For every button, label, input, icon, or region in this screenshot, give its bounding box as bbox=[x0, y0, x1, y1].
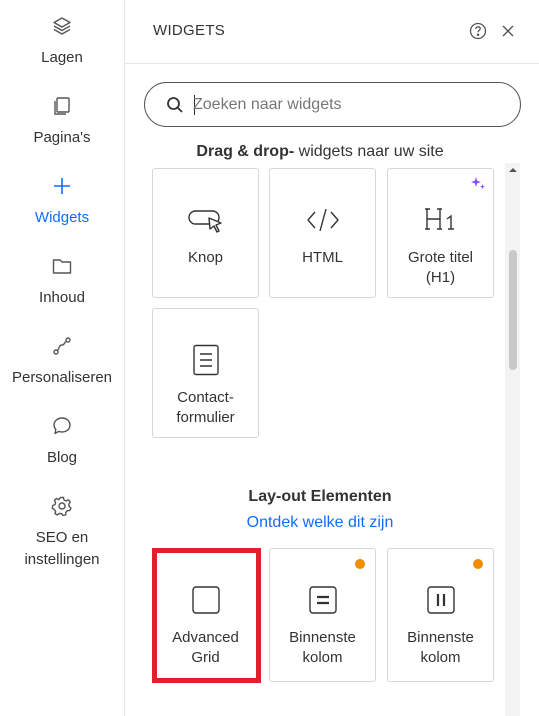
left-rail: Lagen Pagina's Widgets Inhoud Personalis… bbox=[0, 0, 125, 716]
widget-label: Contact-formulier bbox=[176, 389, 235, 426]
rail-item-label: Lagen bbox=[41, 49, 83, 66]
sparkle-icon bbox=[470, 175, 486, 191]
widgets-panel: WIDGETS Drag & drop- widgets naar uw sit… bbox=[125, 0, 539, 716]
rail-item-blog[interactable]: Blog bbox=[0, 414, 124, 469]
rail-item-personaliseren[interactable]: Personaliseren bbox=[0, 334, 124, 389]
rail-item-label: Inhoud bbox=[39, 289, 85, 306]
widget-card-knop[interactable]: Knop bbox=[152, 168, 259, 298]
inner-column-icon bbox=[270, 585, 375, 615]
widget-card-binnenste-kolom[interactable]: Binnenste kolom bbox=[269, 548, 376, 682]
inner-columns-split-icon bbox=[388, 585, 493, 615]
widget-card-grote-titel[interactable]: Grote titel (H1) bbox=[387, 168, 494, 298]
rail-item-inhoud[interactable]: Inhoud bbox=[0, 254, 124, 309]
rail-item-label: Blog bbox=[46, 449, 78, 466]
scrollbar[interactable] bbox=[505, 163, 520, 716]
panel-header: WIDGETS bbox=[125, 0, 539, 64]
chat-bubble-icon bbox=[50, 414, 74, 438]
square-icon bbox=[153, 585, 258, 615]
heading-h1-icon bbox=[388, 205, 493, 235]
rail-item-seo[interactable]: SEO en instellingen bbox=[0, 494, 124, 571]
button-cursor-icon bbox=[153, 205, 258, 235]
widget-label: Advanced Grid bbox=[172, 629, 239, 666]
path-icon bbox=[50, 334, 74, 358]
search-input[interactable] bbox=[193, 93, 503, 117]
rail-item-label: SEO en instellingen bbox=[24, 529, 100, 568]
widget-label: Binnenste kolom bbox=[289, 629, 356, 666]
widget-card-html[interactable]: HTML bbox=[269, 168, 376, 298]
rail-item-widgets[interactable]: Widgets bbox=[0, 174, 124, 229]
section-drag-drop-title: Drag & drop- widgets naar uw site bbox=[125, 143, 515, 161]
widget-card-contactformulier[interactable]: Contact-formulier bbox=[152, 308, 259, 438]
widget-label: Knop bbox=[187, 249, 224, 266]
widget-card-advanced-grid[interactable]: Advanced Grid bbox=[152, 548, 259, 682]
rail-item-lagen[interactable]: Lagen bbox=[0, 14, 124, 69]
widget-label: Binnenste kolom bbox=[407, 629, 474, 666]
new-badge-dot bbox=[473, 559, 483, 569]
layers-icon bbox=[50, 14, 74, 38]
close-icon[interactable] bbox=[497, 20, 519, 42]
section-layout-title: Lay-out Elementen bbox=[248, 488, 392, 505]
rail-item-paginas[interactable]: Pagina's bbox=[0, 94, 124, 149]
form-icon bbox=[153, 344, 258, 376]
rail-item-label: Pagina's bbox=[33, 129, 91, 146]
widget-label: HTML bbox=[302, 249, 343, 266]
rail-item-label: Widgets bbox=[34, 209, 90, 226]
new-badge-dot bbox=[355, 559, 365, 569]
help-icon[interactable] bbox=[467, 20, 489, 42]
search-icon bbox=[165, 95, 185, 115]
folder-icon bbox=[50, 254, 74, 278]
learn-more-link[interactable]: Ontdek welke dit zijn bbox=[125, 514, 515, 532]
widget-card-binnenste-kolom-2[interactable]: Binnenste kolom bbox=[387, 548, 494, 682]
section-title-rest: widgets naar uw site bbox=[294, 143, 444, 160]
scrollbar-thumb[interactable] bbox=[509, 250, 517, 370]
search-box[interactable] bbox=[144, 82, 521, 127]
pages-icon bbox=[50, 94, 74, 118]
widget-label: Grote titel (H1) bbox=[407, 249, 474, 286]
plus-icon bbox=[50, 174, 74, 198]
rail-item-label: Personaliseren bbox=[11, 369, 113, 386]
section-title-bold: Drag & drop- bbox=[196, 143, 295, 160]
scroll-up-arrow-icon[interactable] bbox=[505, 163, 520, 177]
code-icon bbox=[270, 205, 375, 235]
panel-title: WIDGETS bbox=[153, 22, 226, 39]
gear-icon bbox=[50, 494, 74, 518]
